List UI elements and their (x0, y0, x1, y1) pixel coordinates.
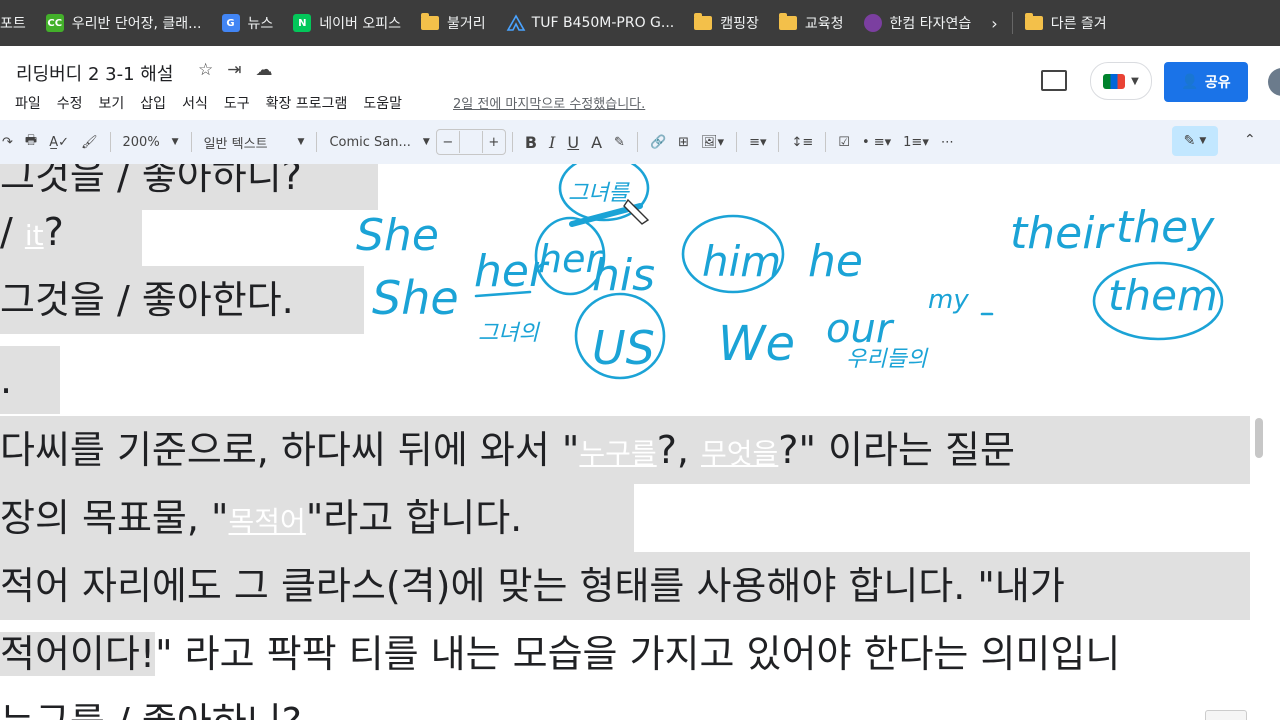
increase-font-button[interactable]: + (483, 135, 505, 150)
bookmark-item[interactable]: CC 우리반 단어장, 클래... (45, 13, 202, 33)
menu-extensions[interactable]: 확장 프로그램 (266, 93, 348, 113)
comment-history-icon[interactable] (1041, 70, 1067, 91)
bold-button[interactable]: B (525, 133, 537, 152)
hw-gloss: 그녀의 (478, 321, 540, 346)
caret-down-icon: ▼ (171, 137, 179, 147)
cloud-status-icon[interactable]: ☁ (256, 60, 273, 80)
font-size-input[interactable] (458, 131, 483, 153)
scrollbar-thumb[interactable] (1255, 418, 1263, 458)
google-news-icon: G (221, 14, 240, 32)
person-add-icon: 👤 (1181, 74, 1199, 90)
folder-icon (1024, 13, 1043, 30)
asus-tuf-icon (506, 14, 526, 31)
align-icon[interactable]: ≡▾ (749, 135, 766, 150)
pencil-icon: ✎ (1183, 133, 1196, 149)
hw-them: them (1108, 271, 1218, 320)
caret-down-icon: ▼ (297, 137, 305, 147)
style-select[interactable]: 일반 텍스트 ▼ (198, 133, 311, 152)
hw-him: him (702, 237, 781, 286)
caret-down-icon: ▼ (1131, 75, 1139, 87)
bookmark-item[interactable]: TUF B450M-PRO G... (506, 14, 674, 32)
bookmark-item[interactable]: 캠핑장 (694, 13, 759, 33)
hw-our: our (826, 306, 895, 352)
caret-down-icon: ▼ (1199, 136, 1207, 146)
move-folder-icon[interactable]: ⇥ (227, 60, 241, 80)
zoom-select[interactable]: 200% ▼ (117, 135, 185, 150)
menu-format[interactable]: 서식 (182, 93, 208, 113)
hw-they: they (1116, 202, 1215, 253)
decrease-font-button[interactable]: − (437, 135, 459, 150)
bookmark-item[interactable]: 교육청 (778, 13, 844, 33)
hw-us: US (592, 321, 655, 375)
meet-button[interactable]: ▼ (1090, 62, 1152, 100)
checklist-icon[interactable]: ☑ (838, 135, 850, 150)
redo-icon[interactable]: ↷ (2, 135, 13, 150)
caret-down-icon: ▼ (422, 137, 430, 147)
line-spacing-icon[interactable]: ↕≡ (791, 135, 813, 150)
bookmark-item[interactable]: G 뉴스 (221, 13, 273, 33)
font-select[interactable]: Comic San... ▼ (323, 135, 435, 150)
bookmark-item[interactable]: N 네이버 오피스 (293, 13, 401, 33)
bookmark-item[interactable]: 한컴 타자연습 (863, 13, 971, 33)
hancom-icon (863, 14, 882, 32)
insert-image-icon[interactable]: 🖼▾ (701, 135, 724, 150)
chevron-up-icon[interactable]: ⌃ (1244, 132, 1256, 148)
meet-icon (1103, 73, 1126, 89)
doc-title[interactable]: 리딩버디 2 3-1 해설 (16, 60, 173, 86)
bookmark-item[interactable]: 포트 (0, 13, 26, 33)
avatar[interactable] (1268, 68, 1280, 96)
document-canvas: 그것을 / 좋아하니? / it? 그것을 / 좋아한다. . 다씨를 기준으로… (0, 164, 1280, 720)
italic-button[interactable]: I (549, 133, 555, 152)
naver-icon: N (293, 14, 312, 32)
hw-he: he (808, 236, 863, 287)
editing-mode-button[interactable]: ✎ ▼ (1172, 126, 1218, 156)
bullet-list-icon[interactable]: • ≡▾ (862, 135, 891, 150)
hw-she: She (356, 210, 439, 261)
classcard-icon: CC (45, 14, 64, 32)
title-icons: ☆ ⇥ ☁ (198, 60, 273, 80)
explore-button[interactable] (1205, 710, 1247, 720)
folder-icon (778, 13, 797, 30)
link-icon[interactable]: 🔗 (650, 135, 666, 150)
more-icon[interactable]: ⋯ (941, 135, 954, 150)
font-size-control: − + (435, 129, 506, 155)
chevron-right-icon[interactable]: › (991, 14, 997, 33)
spellcheck-icon[interactable]: A̲✓ (49, 135, 69, 150)
divider (1011, 12, 1013, 34)
menu-tools[interactable]: 도구 (224, 93, 250, 113)
document-page[interactable]: 그것을 / 좋아하니? / it? 그것을 / 좋아한다. . 다씨를 기준으로… (0, 164, 1250, 720)
paint-format-icon[interactable]: 🖌 (81, 135, 98, 150)
menu-insert[interactable]: 삽입 (140, 93, 166, 113)
menu-help[interactable]: 도움말 (363, 93, 402, 113)
hw-we: We (718, 316, 795, 372)
hw-my: my (928, 285, 969, 315)
folder-icon (694, 13, 713, 30)
add-comment-icon[interactable]: ⊞ (678, 135, 689, 150)
hw-she: She (372, 271, 459, 325)
toolbar: ↷ 🖶 A̲✓ 🖌 200% ▼ 일반 텍스트 ▼ Comic San... ▼ − … (0, 120, 1280, 164)
bookmark-item[interactable]: 불거리 (421, 13, 486, 33)
folder-icon (421, 13, 440, 30)
menu-bar: 파일 수정 보기 삽입 서식 도구 확장 프로그램 도움말 (15, 93, 402, 113)
numbered-list-icon[interactable]: 1≡▾ (903, 135, 929, 150)
share-button[interactable]: 👤 공유 (1164, 62, 1248, 102)
menu-edit[interactable]: 수정 (57, 93, 83, 113)
handwriting-layer: She She her her 그녀의 그녀를 his him he US We… (356, 164, 1224, 380)
last-edit-link[interactable]: 2일 전에 마지막으로 수정했습니다. (453, 93, 645, 112)
hw-their: their (1010, 208, 1115, 259)
bookmark-other[interactable]: 다른 즐겨 (1024, 13, 1107, 33)
hw-his: his (592, 250, 655, 301)
print-icon[interactable]: 🖶 (25, 131, 37, 153)
highlight-pen-icon[interactable]: ✎ (614, 135, 625, 150)
star-icon[interactable]: ☆ (198, 60, 213, 80)
bookmarks-bar: 포트 CC 우리반 단어장, 클래... G 뉴스 N 네이버 오피스 불거리 TUF… (0, 0, 1280, 46)
menu-view[interactable]: 보기 (99, 93, 125, 113)
menu-file[interactable]: 파일 (15, 93, 41, 113)
docs-header: 리딩버디 2 3-1 해설 ☆ ⇥ ☁ 파일 수정 보기 삽입 서식 도구 확장… (0, 46, 1280, 120)
hw-gloss: 그녀를 (568, 181, 630, 206)
underline-button[interactable]: U (567, 133, 579, 152)
text-color-button[interactable]: A (591, 133, 602, 152)
hw-gloss: 우리들의 (846, 347, 929, 372)
